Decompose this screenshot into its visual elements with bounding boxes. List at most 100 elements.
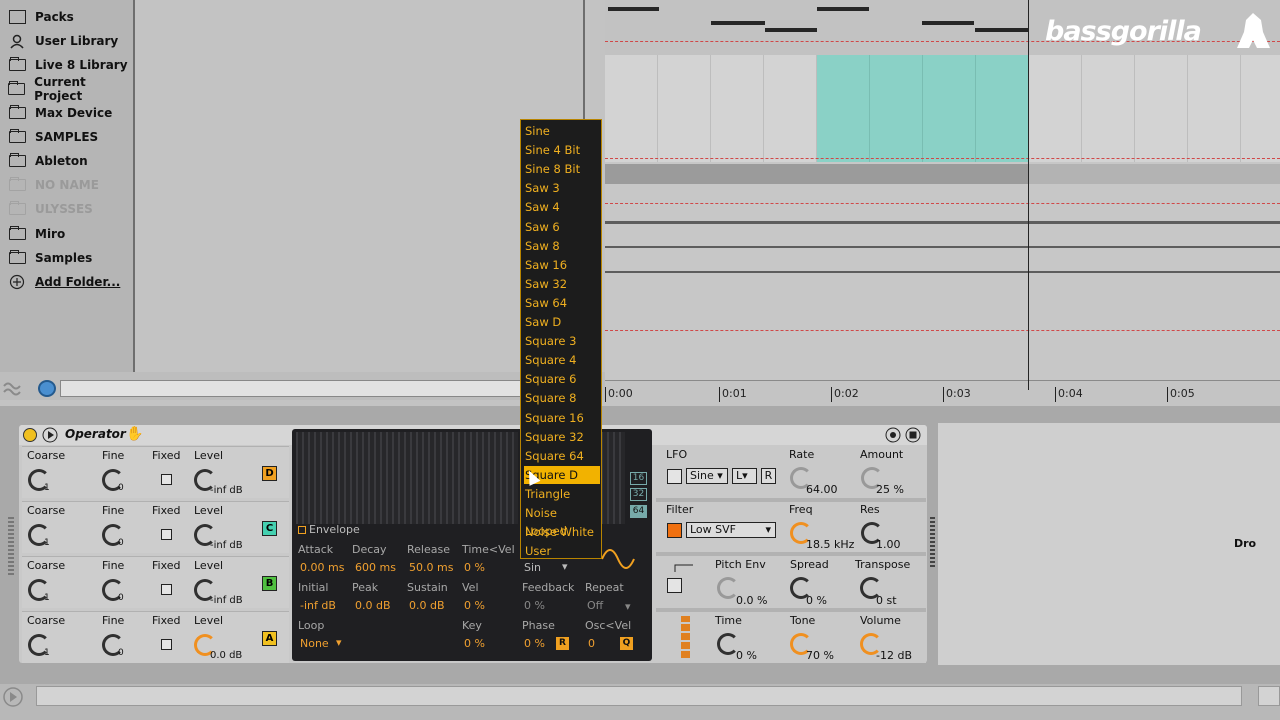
lfo-wave-select[interactable]: Sine ▾ — [686, 468, 728, 484]
search-input[interactable] — [60, 380, 540, 397]
dropdown-item[interactable]: Square 8 — [524, 389, 600, 407]
sidebar-item-no-name[interactable]: NO NAME — [8, 175, 99, 195]
peak-value[interactable]: 0.0 dB — [355, 599, 391, 612]
envelope-graph[interactable] — [296, 432, 518, 524]
vel-value[interactable]: 0 % — [464, 599, 485, 612]
retrigger-button[interactable]: R — [556, 637, 569, 650]
folder-icon — [8, 153, 26, 168]
coarse-value: 1 — [44, 483, 50, 493]
selected-time-region[interactable] — [817, 55, 1028, 162]
dropdown-item[interactable]: Triangle — [524, 485, 600, 503]
level-label: Level — [194, 449, 224, 462]
dropdown-item[interactable]: Square 4 — [524, 351, 600, 369]
play-icon[interactable] — [2, 687, 24, 707]
sidebar-item-max-device[interactable]: Max Device — [8, 103, 112, 123]
dropdown-item[interactable]: Saw D — [524, 313, 600, 331]
midi-note[interactable] — [608, 7, 659, 11]
midi-note[interactable] — [711, 21, 765, 25]
key-value[interactable]: 0 % — [464, 637, 485, 650]
operator-c-button[interactable]: C — [262, 521, 277, 536]
wave-size-16[interactable]: 16 — [630, 472, 647, 485]
dropdown-item[interactable]: Square 6 — [524, 370, 600, 388]
timeline-ruler[interactable]: 0:00 0:01 0:02 0:03 0:04 0:05 — [605, 380, 1280, 406]
dropdown-item[interactable]: Noise White — [524, 523, 600, 541]
dropdown-item[interactable]: Saw 64 — [524, 294, 600, 312]
decay-value[interactable]: 600 ms — [355, 561, 396, 574]
operator-b-button[interactable]: B — [262, 576, 277, 591]
wave-size-64[interactable]: 64 — [630, 505, 647, 518]
osc-vel-value[interactable]: 0 — [588, 637, 595, 650]
sidebar-item-ulysses[interactable]: ULYSSES — [8, 199, 93, 219]
fixed-checkbox[interactable] — [161, 584, 172, 595]
amount-value: 25 % — [876, 483, 904, 496]
lfo-retrig-button[interactable]: R — [761, 468, 776, 484]
quantize-button[interactable]: Q — [620, 637, 633, 650]
hot-swap-icon[interactable] — [2, 380, 22, 398]
dropdown-item[interactable]: Saw 32 — [524, 275, 600, 293]
partial-label: Dro — [1234, 537, 1257, 550]
dropdown-item[interactable]: Saw 8 — [524, 237, 600, 255]
sidebar-item-packs[interactable]: Packs — [8, 7, 74, 27]
midi-note[interactable] — [817, 7, 869, 11]
file-list-pane[interactable] — [137, 0, 585, 372]
sidebar-item-samples[interactable]: Samples — [8, 248, 92, 268]
wave-select[interactable]: Sin — [524, 561, 541, 574]
dropdown-item[interactable]: Saw 4 — [524, 198, 600, 216]
time-vel-value[interactable]: 0 % — [464, 561, 485, 574]
sidebar-item-samples-upper[interactable]: SAMPLES — [8, 127, 98, 147]
arrangement-view[interactable] — [605, 0, 1280, 380]
dropdown-item[interactable]: Sine 4 Bit — [524, 141, 600, 159]
operator-d-button[interactable]: D — [262, 466, 277, 481]
lfo-toggle[interactable] — [667, 469, 682, 484]
lfo-mode-select[interactable]: L▾ — [732, 468, 757, 484]
dropdown-item[interactable]: Square 3 — [524, 332, 600, 350]
sustain-value[interactable]: 0.0 dB — [409, 599, 445, 612]
loop-select[interactable]: None — [300, 637, 329, 650]
phase-value[interactable]: 0 % — [524, 637, 545, 650]
add-folder-link[interactable]: Add Folder... — [8, 272, 120, 292]
operator-a-button[interactable]: A — [262, 631, 277, 646]
midi-note[interactable] — [975, 28, 1028, 32]
play-icon[interactable] — [42, 427, 58, 443]
fixed-checkbox[interactable] — [161, 639, 172, 650]
folder-icon — [8, 105, 26, 120]
dropdown-item[interactable]: Saw 3 — [524, 179, 600, 197]
drag-handle[interactable] — [8, 515, 14, 575]
midi-note[interactable] — [922, 21, 974, 25]
sidebar-item-user-library[interactable]: User Library — [8, 31, 118, 51]
attack-value[interactable]: 0.00 ms — [300, 561, 344, 574]
initial-value[interactable]: -inf dB — [300, 599, 336, 612]
dropdown-item[interactable]: Sine — [524, 122, 600, 140]
dropdown-item[interactable]: Saw 16 — [524, 256, 600, 274]
device-power-icon[interactable] — [23, 428, 37, 442]
sustain-label: Sustain — [407, 581, 448, 594]
filter-type-select[interactable]: Low SVF ▾ — [686, 522, 776, 538]
hot-swap-icon[interactable] — [885, 427, 901, 443]
repeat-select[interactable]: Off — [587, 599, 603, 612]
pitch-env-toggle[interactable] — [667, 578, 682, 593]
envelope-toggle[interactable] — [298, 526, 306, 534]
side-button[interactable] — [1258, 686, 1280, 706]
drag-handle[interactable] — [930, 517, 935, 567]
filter-type-value: Low SVF — [690, 523, 736, 536]
dropdown-item[interactable]: Square 32 — [524, 428, 600, 446]
midi-note[interactable] — [765, 28, 817, 32]
sidebar-item-ableton[interactable]: Ableton — [8, 151, 88, 171]
preview-icon[interactable] — [38, 380, 56, 397]
save-preset-icon[interactable] — [905, 427, 921, 443]
fixed-checkbox[interactable] — [161, 474, 172, 485]
dropdown-item[interactable]: Noise Looped — [524, 504, 600, 538]
sidebar-item-current-project[interactable]: Current Project — [8, 75, 133, 103]
dropdown-item[interactable]: Square 64 — [524, 447, 600, 465]
fixed-checkbox[interactable] — [161, 529, 172, 540]
dropdown-item[interactable]: Sine 8 Bit — [524, 160, 600, 178]
dropdown-item[interactable]: Saw 6 — [524, 218, 600, 236]
feedback-value[interactable]: 0 % — [524, 599, 545, 612]
release-value[interactable]: 50.0 ms — [409, 561, 453, 574]
filter-toggle[interactable] — [667, 523, 682, 538]
wave-size-32[interactable]: 32 — [630, 488, 647, 501]
dropdown-item[interactable]: User — [524, 542, 600, 560]
sidebar-item-miro[interactable]: Miro — [8, 224, 65, 244]
sidebar-item-live-library[interactable]: Live 8 Library — [8, 55, 128, 75]
dropdown-item[interactable]: Square 16 — [524, 409, 600, 427]
